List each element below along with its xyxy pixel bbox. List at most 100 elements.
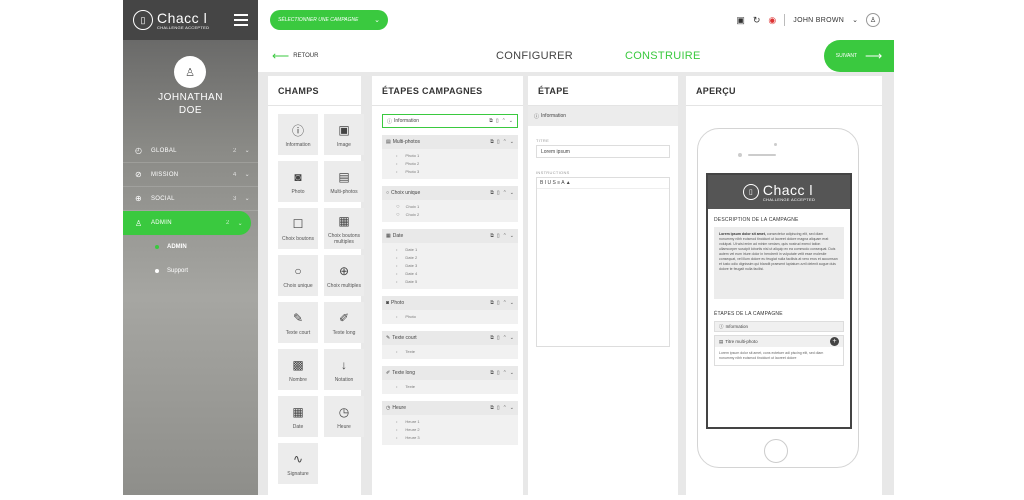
step-card[interactable]: ✎Texte court ⧉▯⌃⌄ Texte <box>382 331 518 359</box>
refresh-icon[interactable]: ↻ <box>753 15 761 26</box>
field-tile[interactable]: ○ Choix unique <box>278 255 318 296</box>
step-header[interactable]: ⓘ Information ⧉ ▯ ⌃ ⌄ <box>382 114 518 128</box>
sidebar-item-count: 2 <box>226 220 230 226</box>
step-item: Date 5 <box>396 278 518 286</box>
instructions-editor[interactable]: B I U S ≡ A ▲ <box>536 177 670 347</box>
field-tile[interactable]: ⊕ Choix multiples <box>324 255 364 296</box>
field-tile[interactable]: ◷ Heure <box>324 396 364 437</box>
chevron-up-icon[interactable]: ⌃ <box>503 139 507 145</box>
sidebar-item-admin[interactable]: ♙ ADMIN 2 ⌄ <box>123 211 251 235</box>
chevron-down-icon[interactable]: ⌄ <box>852 16 858 24</box>
sidebar-subitem-admin[interactable]: ADMIN <box>123 235 258 259</box>
step-header[interactable]: ◷ Heure ⧉ ▯ ⌃ ⌄ <box>382 401 518 415</box>
sidebar-subitem-support[interactable]: Support <box>123 259 258 283</box>
copy-icon[interactable]: ⧉ <box>490 190 494 196</box>
step-card[interactable]: ✐Texte long ⧉▯⌃⌄ Texte <box>382 366 518 394</box>
chevron-up-icon[interactable]: ⌃ <box>502 118 506 124</box>
trash-icon[interactable]: ▯ <box>496 118 499 124</box>
trash-icon[interactable]: ▯ <box>497 190 500 196</box>
campaign-select[interactable]: SÉLECTIONNER UNE CAMPAGNE ⌄ <box>270 10 388 30</box>
chevron-down-icon[interactable]: ⌄ <box>510 139 514 145</box>
field-tile[interactable]: ☐ Choix boutons <box>278 208 318 249</box>
preview-desc-lead: Lorem ipsum dolor sit amet, <box>719 232 766 236</box>
step-header[interactable]: ○ Choix unique ⧉ ▯ ⌃ ⌄ <box>382 186 518 200</box>
chevron-down-icon[interactable]: ⌄ <box>509 118 513 124</box>
field-tile[interactable]: ⓘ Information <box>278 114 318 155</box>
trash-icon[interactable]: ▯ <box>497 300 500 306</box>
step-header[interactable]: ▤ Multi-photos ⧉ ▯ ⌃ ⌄ <box>382 135 518 149</box>
trash-icon[interactable]: ▯ <box>497 335 500 341</box>
field-tile[interactable]: ▤ Multi-photos <box>324 161 364 202</box>
field-tile[interactable]: ✎ Texte court <box>278 302 318 343</box>
chevron-up-icon[interactable]: ⌃ <box>503 233 507 239</box>
tablet-icon[interactable]: ▣ <box>736 15 745 26</box>
user-menu-name[interactable]: JOHN BROWN <box>793 17 844 24</box>
field-tile[interactable]: ▣ Image <box>324 114 364 155</box>
chevron-up-icon[interactable]: ⌃ <box>503 190 507 196</box>
chevron-down-icon[interactable]: ⌄ <box>510 405 514 411</box>
field-tile[interactable]: ▦ Date <box>278 396 318 437</box>
hamburger-menu-icon[interactable] <box>234 14 248 26</box>
field-tile[interactable]: ✐ Texte long <box>324 302 364 343</box>
copy-icon[interactable]: ⧉ <box>490 139 494 145</box>
step-card[interactable]: ▤Multi-photos ⧉▯⌃⌄ Photo 1Photo 2Photo 3 <box>382 135 518 179</box>
next-label: SUIVANT <box>835 53 858 59</box>
field-tile[interactable]: ∿ Signature <box>278 443 318 484</box>
brand-logo[interactable]: Chacc l CHALLENGE ACCEPTED <box>157 11 209 30</box>
title-input[interactable]: Lorem ipsum <box>536 145 670 158</box>
sidebar-item-label: ADMIN <box>151 220 172 226</box>
copy-icon[interactable]: ⧉ <box>489 118 493 124</box>
field-tile[interactable]: ▦ Choix boutons multiples <box>324 208 364 249</box>
tab-configurer[interactable]: CONFIGURER <box>496 50 573 62</box>
rich-text-toolbar[interactable]: B I U S ≡ A ▲ <box>537 178 669 189</box>
chevron-up-icon[interactable]: ⌃ <box>503 405 507 411</box>
step-card[interactable]: ◙Photo⧉▯⌃⌄Photo <box>382 296 518 324</box>
chevron-up-icon[interactable]: ⌃ <box>503 300 507 306</box>
step-header[interactable]: ◙ Photo ⧉ ▯ ⌃ ⌄ <box>382 296 518 310</box>
sidebar-item-global[interactable]: ◴ GLOBAL 2 ⌄ <box>123 139 258 163</box>
notification-icon[interactable]: ◉ <box>768 15 776 26</box>
step-detail-tab[interactable]: ⓘ Information <box>528 106 678 126</box>
step-card[interactable]: ⓘ Information ⧉ ▯ ⌃ ⌄ <box>382 114 518 128</box>
mode-tabs: CONFIGURER CONSTRUIRE <box>496 40 701 72</box>
preview-step[interactable]: ⓘ Information <box>714 321 844 332</box>
chevron-down-icon[interactable]: ⌄ <box>510 335 514 341</box>
step-card[interactable]: ▦Date ⧉▯⌃⌄ Date 1Date 2Date 3Date 4Date 5 <box>382 229 518 289</box>
step-header[interactable]: ▦ Date ⧉ ▯ ⌃ ⌄ <box>382 229 518 243</box>
sidebar-item-mission[interactable]: ⊘ MISSION 4 ⌄ <box>123 163 258 187</box>
step-card[interactable]: ◷Heure ⧉▯⌃⌄ Heure 1Heure 2Heure 3 <box>382 401 518 445</box>
chevron-down-icon[interactable]: ⌄ <box>510 300 514 306</box>
sidebar-item-social[interactable]: ⊕ SOCIAL 3 ⌄ <box>123 187 258 211</box>
trash-icon[interactable]: ▯ <box>497 405 500 411</box>
trash-icon[interactable]: ▯ <box>497 233 500 239</box>
back-label: RETOUR <box>293 53 319 59</box>
step-header[interactable]: ✐ Texte long ⧉ ▯ ⌃ ⌄ <box>382 366 518 380</box>
trash-icon[interactable]: ▯ <box>497 139 500 145</box>
copy-icon[interactable]: ⧉ <box>490 335 494 341</box>
copy-icon[interactable]: ⧉ <box>490 370 494 376</box>
step-header[interactable]: ✎ Texte court ⧉ ▯ ⌃ ⌄ <box>382 331 518 345</box>
user-icon[interactable]: ♙ <box>866 13 880 27</box>
chevron-up-icon[interactable]: ⌃ <box>503 335 507 341</box>
chevron-down-icon[interactable]: ⌄ <box>510 233 514 239</box>
field-tile[interactable]: ↓ Notation <box>324 349 364 390</box>
field-tile[interactable]: ▩ Nombre <box>278 349 318 390</box>
copy-icon[interactable]: ⧉ <box>490 405 494 411</box>
back-button[interactable]: ⟵ RETOUR <box>272 49 318 63</box>
plus-icon[interactable]: + <box>830 337 839 346</box>
avatar[interactable]: ♙ <box>174 56 206 88</box>
chevron-down-icon[interactable]: ⌄ <box>510 190 514 196</box>
preview-step-open[interactable]: ▤ Titre multi-photo + Lorem ipsum dolor … <box>714 335 844 366</box>
field-tile[interactable]: ◙ Photo <box>278 161 318 202</box>
step-card[interactable]: ○Choix unique ⧉▯⌃⌄ Choix 1Choix 2 <box>382 186 518 222</box>
trash-icon[interactable]: ▯ <box>497 370 500 376</box>
step-controls: ⧉ ▯ ⌃ ⌄ <box>490 190 514 196</box>
next-button[interactable]: SUIVANT ⟶ <box>824 40 894 72</box>
step-type-icon: ◙ <box>386 300 390 306</box>
chevron-down-icon[interactable]: ⌄ <box>510 370 514 376</box>
chevron-up-icon[interactable]: ⌃ <box>503 370 507 376</box>
copy-icon[interactable]: ⧉ <box>490 233 494 239</box>
copy-icon[interactable]: ⧉ <box>490 300 494 306</box>
tab-construire[interactable]: CONSTRUIRE <box>625 50 701 62</box>
sidebar-item-label: MISSION <box>151 171 179 178</box>
